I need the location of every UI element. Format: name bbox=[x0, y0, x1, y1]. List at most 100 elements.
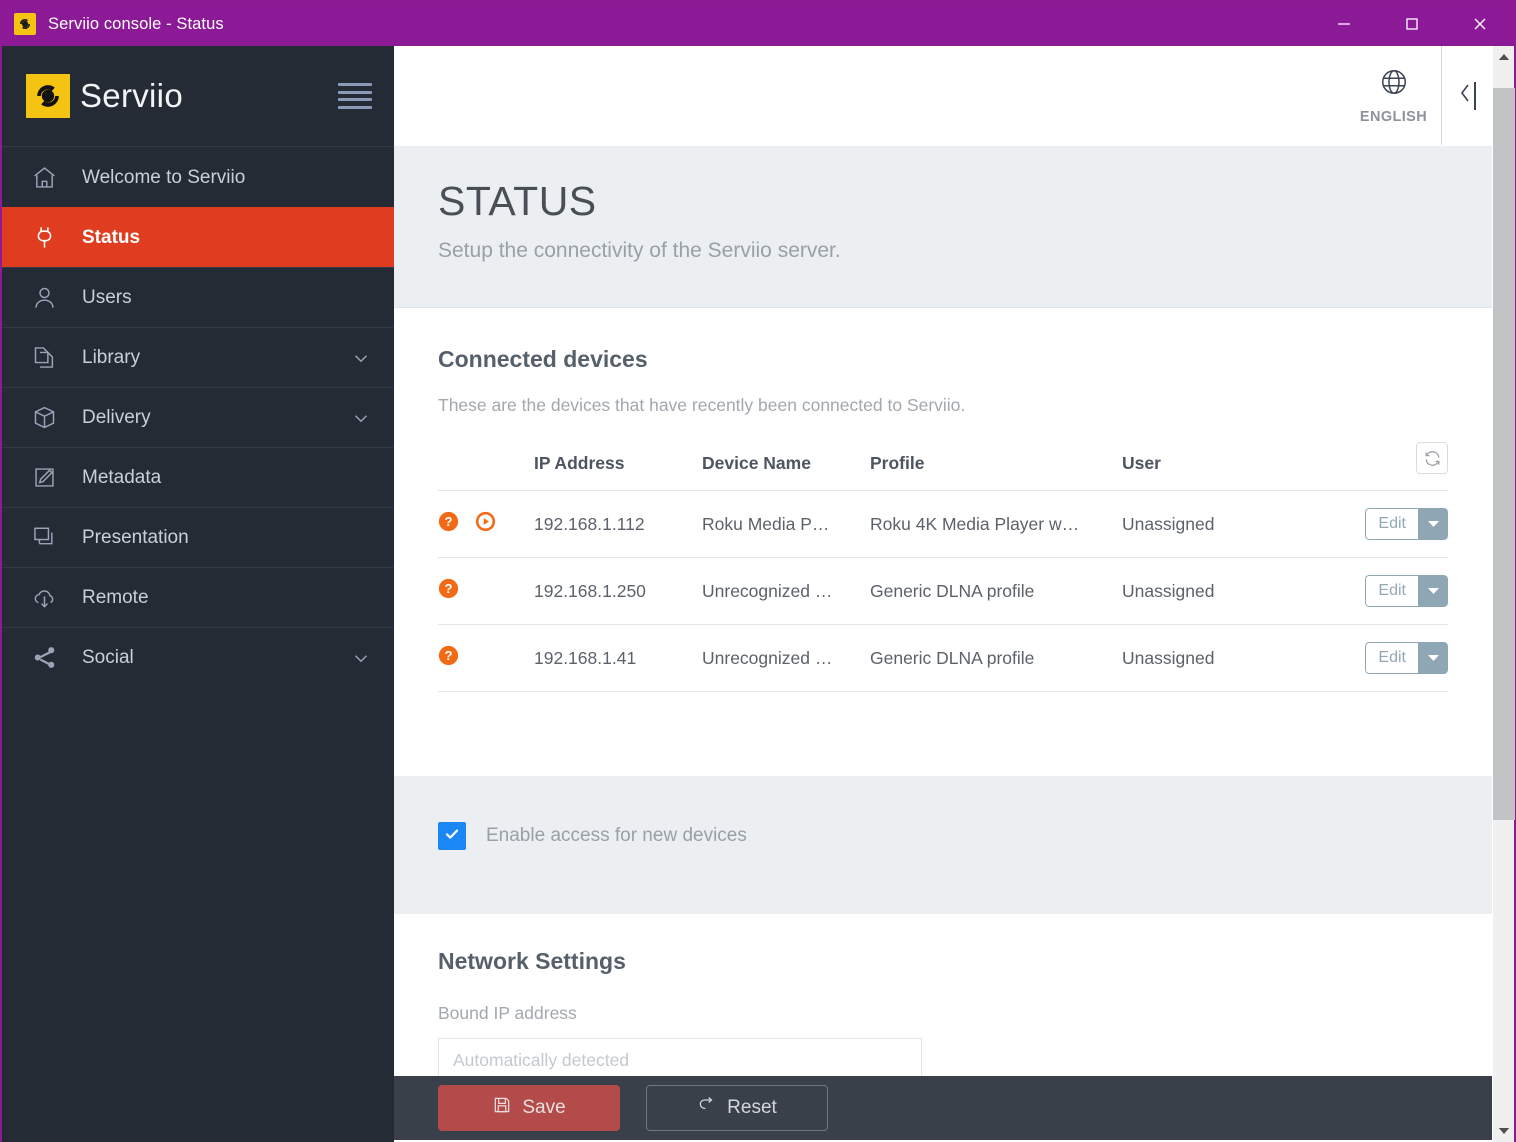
access-settings-band: Enable access for new devices bbox=[394, 776, 1492, 914]
column-header-actions bbox=[1342, 442, 1448, 491]
vertical-scrollbar[interactable] bbox=[1492, 46, 1514, 1142]
question-circle-icon[interactable]: ? bbox=[438, 511, 459, 537]
row-profile: Generic DLNA profile bbox=[870, 558, 1122, 625]
column-header-user: User bbox=[1122, 442, 1342, 491]
column-header-ip-address: IP Address bbox=[534, 442, 702, 491]
close-icon[interactable] bbox=[1446, 2, 1514, 46]
serviio-logo-icon bbox=[14, 13, 36, 35]
floppy-disk-icon bbox=[492, 1095, 512, 1121]
sidebar-nav: Welcome to Serviio Status bbox=[2, 146, 394, 687]
collapse-bar bbox=[1474, 82, 1476, 110]
sidebar-item-presentation[interactable]: Presentation bbox=[2, 507, 394, 567]
sidebar-item-label: Welcome to Serviio bbox=[82, 167, 245, 189]
hamburger-icon[interactable] bbox=[338, 83, 372, 109]
row-user: Unassigned bbox=[1122, 558, 1342, 625]
edit-button[interactable]: Edit bbox=[1365, 642, 1418, 674]
column-header-status bbox=[438, 442, 534, 491]
footer-action-bar: Save Reset bbox=[394, 1076, 1492, 1140]
undo-icon bbox=[697, 1095, 717, 1121]
svg-text:?: ? bbox=[444, 581, 452, 596]
sidebar-item-label: Users bbox=[82, 287, 132, 309]
row-ip-address: 192.168.1.112 bbox=[534, 491, 702, 558]
content-topbar: ENGLISH bbox=[394, 46, 1492, 146]
connected-devices-table: IP Address Device Name Profile User bbox=[438, 442, 1448, 692]
triangle-down-icon[interactable] bbox=[1493, 1120, 1515, 1142]
sidebar-item-remote[interactable]: Remote bbox=[2, 567, 394, 627]
row-user: Unassigned bbox=[1122, 625, 1342, 692]
cloud-download-icon bbox=[24, 584, 64, 611]
window-title: Serviio console - Status bbox=[48, 15, 224, 34]
network-settings-section: Network Settings Bound IP address Automa… bbox=[394, 914, 1492, 1082]
chevron-down-icon[interactable] bbox=[350, 347, 372, 369]
table-header-row: IP Address Device Name Profile User bbox=[438, 442, 1448, 491]
row-actions: Edit bbox=[1342, 625, 1448, 692]
edit-button[interactable]: Edit bbox=[1365, 508, 1418, 540]
bound-ip-label: Bound IP address bbox=[438, 1003, 1448, 1024]
refresh-icon[interactable] bbox=[1416, 442, 1448, 474]
row-profile: Roku 4K Media Player w… bbox=[870, 491, 1122, 558]
sidebar-item-label: Social bbox=[82, 647, 134, 669]
maximize-icon[interactable] bbox=[1378, 2, 1446, 46]
page-header: STATUS Setup the connectivity of the Ser… bbox=[394, 146, 1492, 308]
caret-down-icon[interactable] bbox=[1418, 508, 1448, 540]
question-circle-icon[interactable]: ? bbox=[438, 645, 459, 671]
caret-down-icon[interactable] bbox=[1418, 642, 1448, 674]
share-icon bbox=[24, 644, 64, 671]
chevron-down-icon[interactable] bbox=[350, 407, 372, 429]
pencil-square-icon bbox=[24, 464, 64, 491]
checkmark-icon bbox=[444, 826, 460, 847]
sidebar-item-welcome-to-serviio[interactable]: Welcome to Serviio bbox=[2, 147, 394, 207]
sidebar-item-label: Metadata bbox=[82, 467, 161, 489]
edit-button[interactable]: Edit bbox=[1365, 575, 1418, 607]
reset-button[interactable]: Reset bbox=[646, 1085, 828, 1131]
window-controls bbox=[1310, 2, 1514, 46]
save-button[interactable]: Save bbox=[438, 1085, 620, 1131]
page-subtitle: Setup the connectivity of the Serviio se… bbox=[438, 239, 1492, 263]
sidebar-item-users[interactable]: Users bbox=[2, 267, 394, 327]
table-row[interactable]: ? 192.168.1.112 Roku Media P… Roku 4K Me… bbox=[438, 491, 1448, 558]
scrollbar-thumb[interactable] bbox=[1493, 88, 1515, 820]
caret-down-icon[interactable] bbox=[1418, 575, 1448, 607]
row-ip-address: 192.168.1.41 bbox=[534, 625, 702, 692]
section-heading: Connected devices bbox=[438, 346, 1448, 373]
documents-icon bbox=[24, 344, 64, 371]
column-header-profile: Profile bbox=[870, 442, 1122, 491]
sidebar-item-label: Remote bbox=[82, 587, 149, 609]
sidebar-item-label: Presentation bbox=[82, 527, 189, 549]
sidebar-item-status[interactable]: Status bbox=[2, 207, 394, 267]
question-circle-icon[interactable]: ? bbox=[438, 578, 459, 604]
sidebar-item-delivery[interactable]: Delivery bbox=[2, 387, 394, 447]
table-row[interactable]: ? 192.168.1.41 Unrecognized … Generic DL… bbox=[438, 625, 1448, 692]
table-row[interactable]: ? 192.168.1.250 Unrecognized … Generic D… bbox=[438, 558, 1448, 625]
section-description: These are the devices that have recently… bbox=[438, 395, 1448, 416]
row-device-name: Unrecognized … bbox=[702, 558, 870, 625]
enable-access-row[interactable]: Enable access for new devices bbox=[438, 822, 1448, 850]
plug-icon bbox=[24, 224, 64, 251]
svg-text:?: ? bbox=[444, 648, 452, 663]
application-window: Serviio console - Status Serviio bbox=[0, 0, 1516, 1142]
language-selector[interactable]: ENGLISH bbox=[1346, 46, 1442, 145]
chevron-down-icon[interactable] bbox=[350, 647, 372, 669]
row-status-cell: ? bbox=[438, 558, 534, 625]
globe-icon bbox=[1379, 67, 1409, 102]
user-icon bbox=[24, 284, 64, 311]
sidebar-item-library[interactable]: Library bbox=[2, 327, 394, 387]
sidebar-item-label: Status bbox=[82, 227, 140, 249]
title-bar: Serviio console - Status bbox=[2, 2, 1514, 46]
connected-devices-section: Connected devices These are the devices … bbox=[394, 308, 1492, 692]
column-header-device-name: Device Name bbox=[702, 442, 870, 491]
windows-icon bbox=[24, 524, 64, 551]
row-actions: Edit bbox=[1342, 558, 1448, 625]
minimize-icon[interactable] bbox=[1310, 2, 1378, 46]
sidebar-item-label: Library bbox=[82, 347, 140, 369]
row-actions: Edit bbox=[1342, 491, 1448, 558]
row-ip-address: 192.168.1.250 bbox=[534, 558, 702, 625]
row-user: Unassigned bbox=[1122, 491, 1342, 558]
sidebar-collapse-button[interactable] bbox=[1442, 46, 1492, 145]
triangle-up-icon[interactable] bbox=[1493, 46, 1514, 68]
enable-access-checkbox[interactable] bbox=[438, 822, 466, 850]
network-settings-heading: Network Settings bbox=[438, 948, 1448, 975]
sidebar-item-metadata[interactable]: Metadata bbox=[2, 447, 394, 507]
play-circle-icon[interactable] bbox=[475, 511, 496, 537]
sidebar-item-social[interactable]: Social bbox=[2, 627, 394, 687]
